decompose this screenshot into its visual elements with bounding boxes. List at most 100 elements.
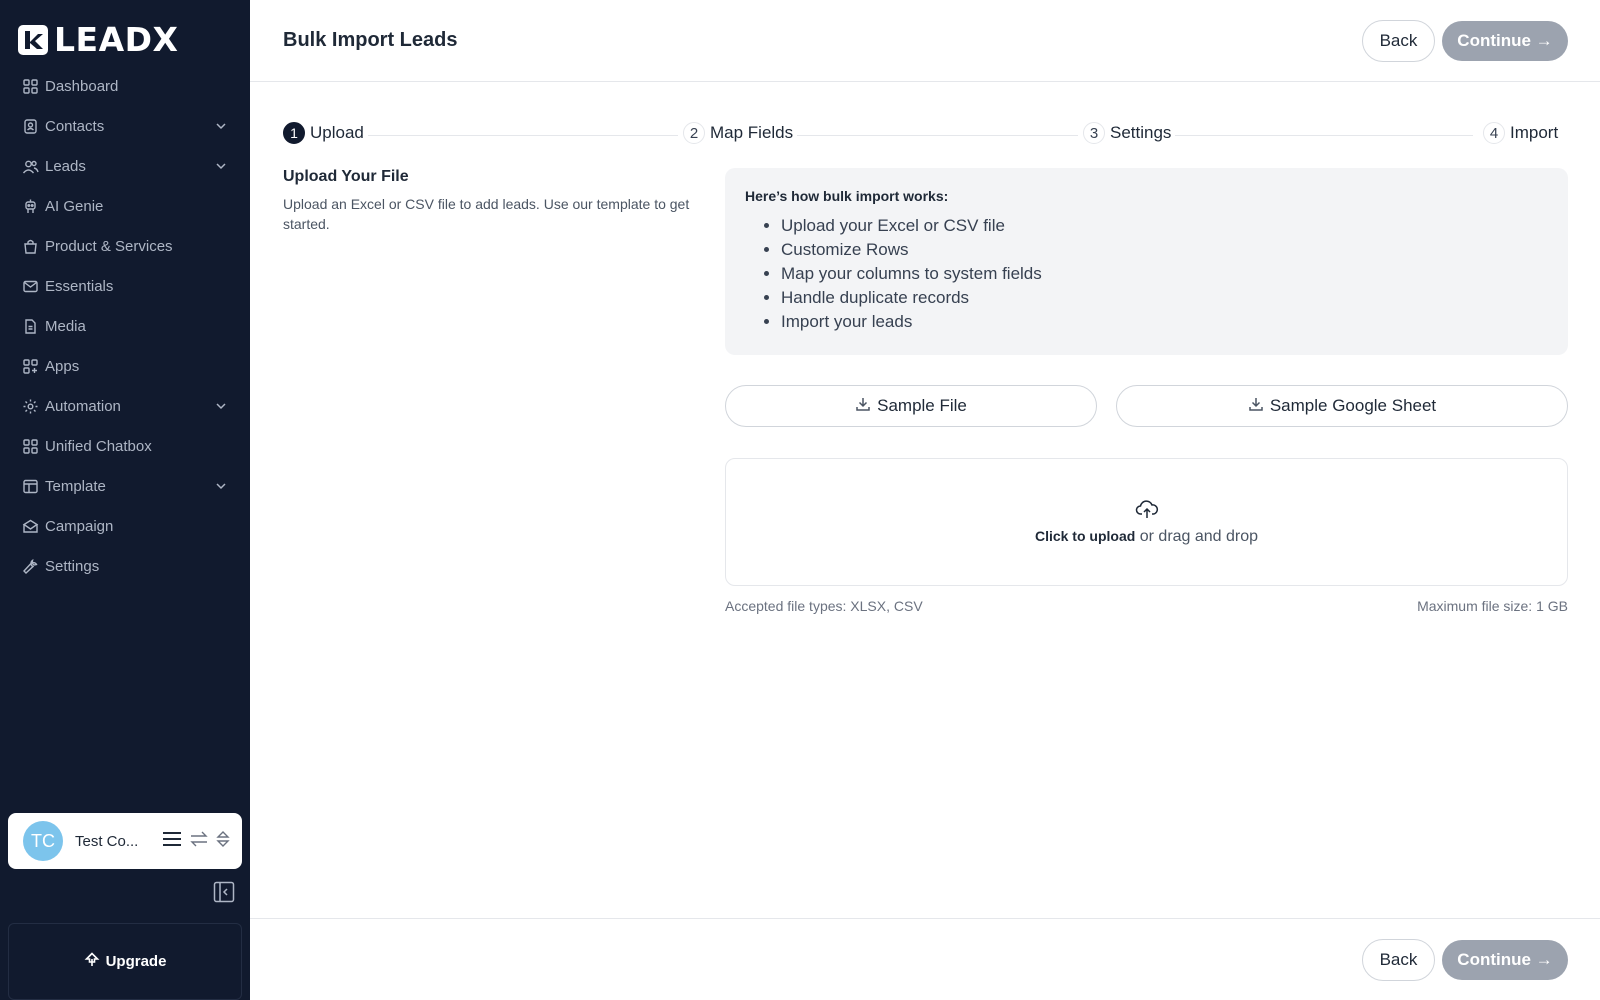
sidebar-item-label: Apps xyxy=(45,357,80,375)
upgrade-label: Upgrade xyxy=(105,953,167,970)
collapse-sidebar-icon[interactable] xyxy=(213,881,235,903)
sidebar-item-label: Media xyxy=(45,317,86,335)
step-number: 3 xyxy=(1083,122,1105,144)
sidebar-item-label: Essentials xyxy=(45,277,114,295)
step-import[interactable]: 4 Import xyxy=(1483,122,1563,144)
menu-icon[interactable] xyxy=(162,831,182,852)
envelope-open-icon xyxy=(22,518,39,535)
sample-file-button[interactable]: Sample File xyxy=(725,385,1097,427)
sidebar: LEADX Dashboard Contacts Leads AI Genie … xyxy=(0,0,250,1000)
page-footer: Back Continue → xyxy=(250,918,1600,1000)
brand-name: LEADX xyxy=(54,20,179,59)
sidebar-item-label: AI Genie xyxy=(45,197,104,215)
page-header: Bulk Import Leads Back Continue → xyxy=(250,0,1600,82)
step-label: Map Fields xyxy=(710,123,794,142)
template-icon xyxy=(22,478,39,495)
download-icon xyxy=(855,396,871,417)
main-content: Bulk Import Leads Back Continue → 1 Uplo… xyxy=(250,0,1600,1000)
back-button[interactable]: Back xyxy=(1362,939,1435,981)
chevron-down-icon[interactable] xyxy=(214,119,228,133)
upload-arrow-icon xyxy=(84,951,100,972)
page-title: Bulk Import Leads xyxy=(283,29,458,51)
download-icon xyxy=(1248,396,1264,417)
upgrade-button[interactable]: Upgrade xyxy=(8,923,242,1000)
robot-icon xyxy=(22,198,39,215)
accepted-file-types: Accepted file types: XLSX, CSV xyxy=(725,598,923,614)
max-file-size: Maximum file size: 1 GB xyxy=(1417,598,1568,614)
sidebar-item-label: Contacts xyxy=(45,117,105,135)
sidebar-item-settings[interactable]: Settings xyxy=(0,546,250,586)
section-title: Upload Your File xyxy=(283,168,409,185)
apps-icon xyxy=(22,358,39,375)
sidebar-item-label: Dashboard xyxy=(45,77,119,95)
sidebar-item-leads[interactable]: Leads xyxy=(0,146,250,186)
continue-button[interactable]: Continue → xyxy=(1442,940,1568,980)
profile-switcher[interactable]: TC Test Co... xyxy=(8,813,242,869)
sidebar-item-contacts[interactable]: Contacts xyxy=(0,106,250,146)
step-connector xyxy=(1163,135,1473,136)
sidebar-item-label: Unified Chatbox xyxy=(45,437,152,455)
sidebar-item-media[interactable]: Media xyxy=(0,306,250,346)
info-list: Upload your Excel or CSV file Customize … xyxy=(745,214,1548,334)
avatar: TC xyxy=(23,821,63,861)
sidebar-item-product-services[interactable]: Product & Services xyxy=(0,226,250,266)
how-it-works-box: Here’s how bulk import works: Upload you… xyxy=(725,168,1568,355)
sidebar-item-apps[interactable]: Apps xyxy=(0,346,250,386)
step-number: 2 xyxy=(683,122,705,144)
cloud-upload-icon xyxy=(1135,499,1159,524)
sidebar-item-campaign[interactable]: Campaign xyxy=(0,506,250,546)
chevron-down-icon[interactable] xyxy=(214,159,228,173)
chevron-down-icon[interactable] xyxy=(214,399,228,413)
sidebar-item-automation[interactable]: Automation xyxy=(0,386,250,426)
list-item: Handle duplicate records xyxy=(781,286,1548,310)
info-title: Here’s how bulk import works: xyxy=(745,188,949,204)
sidebar-item-ai-genie[interactable]: AI Genie xyxy=(0,186,250,226)
gear-icon xyxy=(22,398,39,415)
upload-intro: Upload Your File Upload an Excel or CSV … xyxy=(283,168,708,234)
file-dropzone[interactable]: Click to upload or drag and drop xyxy=(725,458,1568,586)
step-label: Upload xyxy=(310,123,364,142)
leadx-logo-icon xyxy=(18,24,48,55)
sidebar-item-dashboard[interactable]: Dashboard xyxy=(0,66,250,106)
list-item: Import your leads xyxy=(781,310,1548,334)
mail-icon xyxy=(22,278,39,295)
switch-arrows-icon[interactable] xyxy=(190,831,208,852)
back-button[interactable]: Back xyxy=(1362,20,1435,62)
sidebar-item-label: Product & Services xyxy=(45,237,173,255)
continue-button[interactable]: Continue → xyxy=(1442,21,1568,61)
wrench-icon xyxy=(22,558,39,575)
step-connector xyxy=(788,135,1078,136)
grid-icon xyxy=(22,438,39,455)
grid-icon xyxy=(22,78,39,95)
sidebar-item-label: Automation xyxy=(45,397,121,415)
step-upload[interactable]: 1 Upload xyxy=(283,122,368,144)
sidebar-item-template[interactable]: Template xyxy=(0,466,250,506)
step-number: 1 xyxy=(283,122,305,144)
sidebar-item-label: Template xyxy=(45,477,106,495)
list-item: Map your columns to system fields xyxy=(781,262,1548,286)
list-item: Customize Rows xyxy=(781,238,1548,262)
sidebar-item-label: Settings xyxy=(45,557,100,575)
brand-logo[interactable]: LEADX xyxy=(18,20,178,59)
contact-card-icon xyxy=(22,118,39,135)
step-label: Import xyxy=(1510,123,1559,142)
section-description: Upload an Excel or CSV file to add leads… xyxy=(283,196,690,232)
sidebar-item-unified-chatbox[interactable]: Unified Chatbox xyxy=(0,426,250,466)
step-settings[interactable]: 3 Settings xyxy=(1083,122,1176,144)
drag-drop-text: or drag and drop xyxy=(1135,527,1259,545)
import-stepper: 1 Upload 2 Map Fields 3 Settings 4 Impor… xyxy=(283,122,1567,148)
step-map-fields[interactable]: 2 Map Fields xyxy=(683,122,798,144)
step-label: Settings xyxy=(1110,123,1172,142)
chevron-up-down-icon[interactable] xyxy=(216,830,230,853)
sidebar-item-label: Leads xyxy=(45,157,86,175)
sample-file-label: Sample File xyxy=(877,396,967,415)
sidebar-item-essentials[interactable]: Essentials xyxy=(0,266,250,306)
click-to-upload-link[interactable]: Click to upload xyxy=(1035,528,1135,544)
step-connector xyxy=(368,135,678,136)
profile-name: Test Co... xyxy=(75,832,139,850)
sample-google-sheet-button[interactable]: Sample Google Sheet xyxy=(1116,385,1568,427)
list-item: Upload your Excel or CSV file xyxy=(781,214,1548,238)
document-icon xyxy=(22,318,39,335)
step-number: 4 xyxy=(1483,122,1505,144)
chevron-down-icon[interactable] xyxy=(214,479,228,493)
